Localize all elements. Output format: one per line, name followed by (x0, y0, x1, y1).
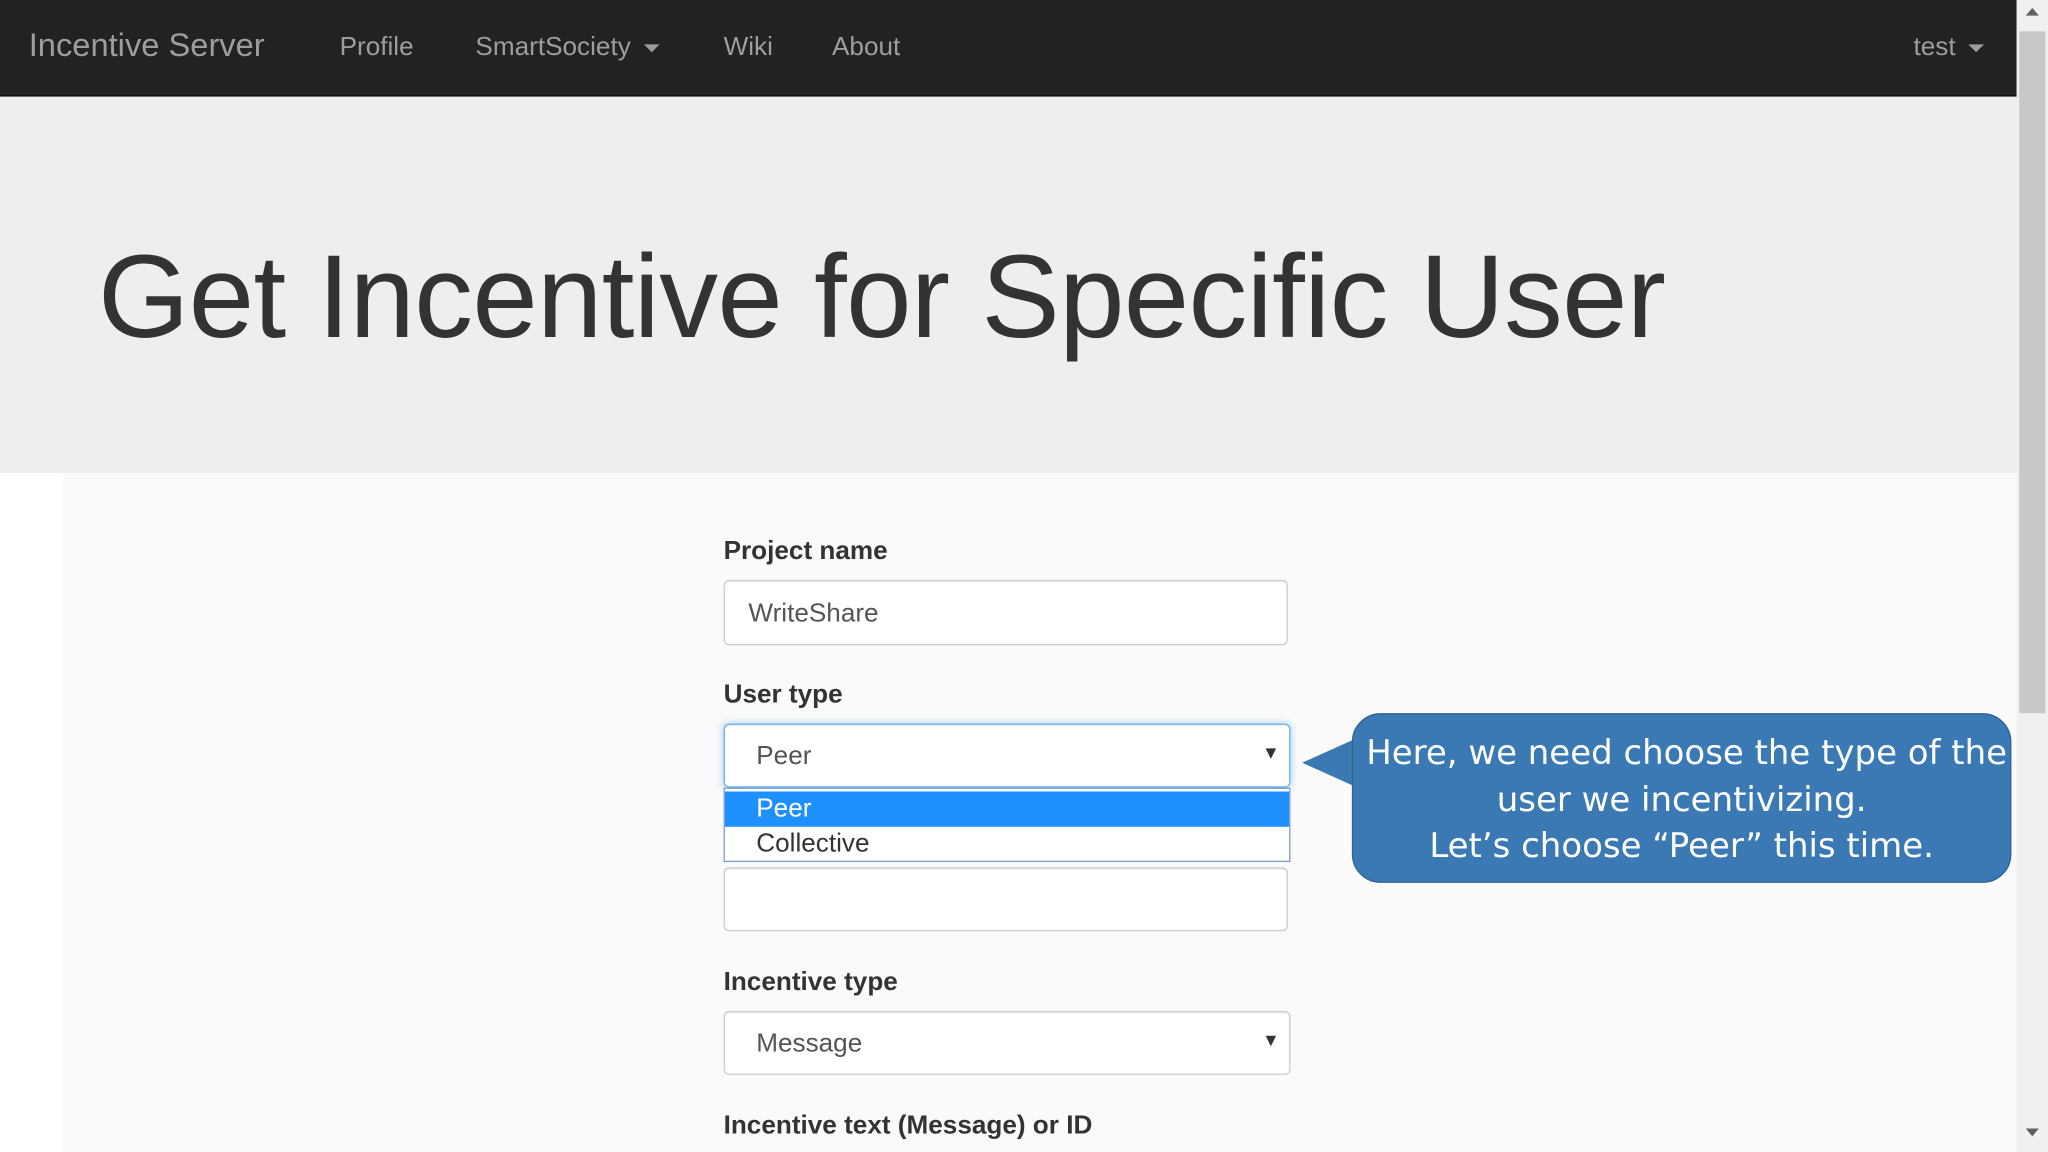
caret-down-icon (1968, 44, 1985, 52)
nav-item-profile[interactable]: Profile (340, 29, 414, 66)
nav-item-wiki[interactable]: Wiki (724, 29, 773, 66)
nav-item-smartsociety[interactable]: SmartSociety (475, 29, 660, 66)
scrollbar-thumb[interactable] (2019, 31, 2046, 714)
scroll-up-arrow-icon[interactable] (2025, 7, 2039, 16)
incentive-text-label: Incentive text (Message) or ID (723, 1111, 1093, 1141)
top-navbar: Incentive Server Profile SmartSociety Wi… (0, 0, 2017, 97)
incentive-type-selected-value: Message (756, 1029, 863, 1058)
scroll-down-arrow-icon[interactable] (2025, 1128, 2039, 1137)
vertical-scrollbar[interactable] (2016, 0, 2048, 1152)
nav-item-about[interactable]: About (832, 29, 900, 66)
user-type-dropdown-list: Peer Collective (723, 787, 1291, 863)
page-title: Get Incentive for Specific User (97, 232, 1666, 364)
dropdown-arrow-icon (1265, 748, 1277, 759)
callout-pointer (1302, 739, 1355, 787)
browser-viewport: Incentive Server Profile SmartSociety Wi… (0, 0, 2048, 1152)
dropdown-arrow-icon (1265, 1035, 1277, 1047)
user-type-selected-value: Peer (756, 741, 812, 771)
tutorial-callout: Here, we need choose the type of the use… (1351, 713, 2012, 883)
user-menu-label: test (1913, 32, 1956, 62)
navbar-brand[interactable]: Incentive Server (29, 24, 265, 68)
project-name-value: WriteShare (748, 599, 879, 629)
incentive-type-label: Incentive type (723, 967, 898, 997)
user-menu[interactable]: test (1913, 29, 1985, 66)
incentive-type-select[interactable]: Message (723, 1010, 1291, 1075)
caret-down-icon (643, 44, 660, 52)
user-id-input[interactable] (723, 867, 1288, 932)
callout-line: Here, we need choose the type of the (1366, 734, 2008, 774)
project-name-input[interactable]: WriteShare (723, 579, 1288, 646)
nav-item-smartsociety-label: SmartSociety (475, 32, 631, 62)
user-type-select[interactable]: Peer (723, 723, 1291, 788)
nav-item-wiki-label: Wiki (723, 32, 773, 62)
user-type-label: User type (723, 680, 843, 710)
callout-line: Let’s choose “Peer” this time. (1429, 826, 1934, 866)
nav-item-about-label: About (831, 32, 901, 62)
callout-text: Here, we need choose the type of the use… (1366, 731, 2008, 870)
project-name-label: Project name (723, 536, 888, 566)
user-type-option-peer[interactable]: Peer (724, 791, 1290, 827)
nav-item-profile-label: Profile (339, 32, 414, 62)
callout-line: user we incentivizing. (1496, 780, 1867, 820)
user-type-option-collective[interactable]: Collective (725, 827, 1289, 862)
